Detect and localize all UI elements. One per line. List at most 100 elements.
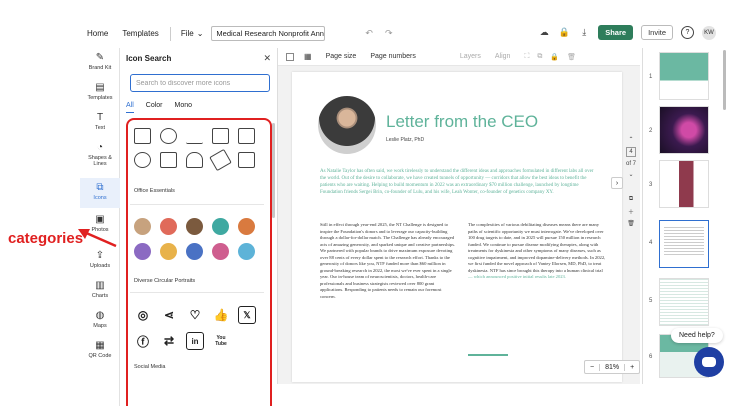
rail-item-shapes[interactable]: ◔ Shapes & Lines bbox=[80, 142, 120, 167]
cloud-sync-icon[interactable]: ☁ bbox=[538, 27, 550, 39]
help-icon[interactable]: ? bbox=[681, 26, 694, 39]
redo-icon[interactable]: ↷ bbox=[385, 28, 393, 39]
file-menu-label: File bbox=[180, 29, 194, 38]
rail-item-label: Icons bbox=[93, 195, 107, 201]
download-icon[interactable]: ⤓ bbox=[578, 27, 590, 39]
chevron-down-icon[interactable]: ⌄ bbox=[628, 171, 633, 178]
page-title[interactable]: Letter from the CEO bbox=[386, 112, 538, 132]
page-side-controls: ⌃ 4 of 7 ⌄ ⧉ ＋ 🗑 bbox=[624, 136, 638, 227]
page-current[interactable]: 4 bbox=[626, 147, 636, 157]
thumbnails-scrollbar[interactable] bbox=[723, 50, 726, 110]
tab-mono[interactable]: Mono bbox=[175, 102, 193, 113]
templates-link[interactable]: Templates bbox=[115, 29, 165, 38]
uploads-icon: ⇪ bbox=[95, 250, 105, 261]
chat-icon bbox=[702, 357, 716, 367]
undo-icon[interactable]: ↶ bbox=[365, 28, 373, 39]
thumbnail-number: 1 bbox=[649, 74, 653, 80]
thumbnail-number: 2 bbox=[649, 128, 653, 134]
brand-kit-icon: ✎ bbox=[95, 52, 105, 63]
chevron-down-icon: ⌄ bbox=[196, 29, 204, 38]
close-icon[interactable]: ✕ bbox=[263, 53, 271, 64]
top-bar: Home Templates File ⌄ Medical Research N… bbox=[80, 19, 730, 48]
templates-icon: ▤ bbox=[95, 82, 105, 93]
thumbnail-page-5[interactable] bbox=[659, 278, 709, 326]
document-page[interactable]: Letter from the CEO Leslie Platz, PhD As… bbox=[292, 72, 622, 382]
add-page-icon[interactable]: ＋ bbox=[628, 207, 634, 216]
page-subtitle[interactable]: Leslie Platz, PhD bbox=[386, 137, 424, 143]
need-help-tooltip: Need help? bbox=[671, 328, 723, 343]
align-button[interactable]: Align bbox=[495, 53, 511, 60]
body-column-right-text: The complexities of various debilitating… bbox=[468, 222, 606, 273]
layers-button[interactable]: Layers bbox=[460, 53, 481, 60]
rail-item-templates[interactable]: ▤ Templates bbox=[80, 82, 120, 101]
text-icon: T bbox=[96, 112, 104, 123]
thumbnail-page-4[interactable] bbox=[659, 220, 709, 268]
body-column-left[interactable]: Still in effect through year-end 2025, t… bbox=[320, 222, 458, 300]
file-menu[interactable]: File ⌄ bbox=[175, 29, 210, 38]
zoom-value[interactable]: 81% bbox=[599, 363, 626, 371]
tab-all[interactable]: All bbox=[126, 102, 134, 113]
rail-item-label: Templates bbox=[87, 95, 113, 101]
avatar[interactable]: KW bbox=[702, 25, 716, 40]
rail-item-label: Shapes & Lines bbox=[88, 155, 112, 167]
delete-page-icon[interactable]: 🗑 bbox=[627, 220, 635, 227]
thumbnail-page-3[interactable] bbox=[659, 160, 709, 208]
search-field[interactable] bbox=[130, 74, 270, 92]
chevron-up-icon[interactable]: ⌃ bbox=[628, 136, 633, 143]
grid-icon[interactable]: ▦ bbox=[304, 52, 312, 61]
ceo-photo[interactable] bbox=[318, 96, 376, 154]
thumbnail-page-1[interactable] bbox=[659, 52, 709, 100]
chat-button[interactable] bbox=[694, 347, 724, 377]
icon-search-panel: Icon Search ✕ All Color Mono O bbox=[120, 48, 278, 406]
lock-icon[interactable]: 🔒 bbox=[558, 27, 570, 39]
share-button[interactable]: Share bbox=[598, 25, 634, 40]
qr-code-icon: ▦ bbox=[95, 340, 105, 351]
group-icon[interactable]: ⛶ bbox=[524, 53, 529, 61]
body-column-right-highlight: — which announced positive initial resul… bbox=[468, 274, 566, 279]
tab-color[interactable]: Color bbox=[146, 102, 163, 113]
rail-item-label: Brand Kit bbox=[88, 65, 112, 71]
invite-button[interactable]: Invite bbox=[641, 25, 673, 40]
document-title-input[interactable]: Medical Research Nonprofit Annu... bbox=[211, 26, 326, 41]
panel-scrollbar[interactable] bbox=[272, 123, 275, 218]
panel-title: Icon Search bbox=[126, 54, 172, 63]
rail-item-brand-kit[interactable]: ✎ Brand Kit bbox=[80, 52, 120, 71]
lock-icon[interactable]: 🔒 bbox=[550, 53, 559, 61]
app-window: Home Templates File ⌄ Medical Research N… bbox=[0, 0, 730, 406]
thumbnail-number: 3 bbox=[649, 182, 653, 188]
rail-item-text[interactable]: T Text bbox=[80, 112, 120, 131]
categories-highlight-box bbox=[126, 118, 272, 406]
rail-item-charts[interactable]: ▥ Charts bbox=[80, 280, 120, 299]
intro-paragraph[interactable]: As Natalie Taylor has often said, we wor… bbox=[320, 168, 600, 196]
rail-item-qr-code[interactable]: ▦ QR Code bbox=[80, 340, 120, 359]
rail-item-icons[interactable]: ⧉ Icons bbox=[80, 178, 120, 208]
categories-annotation: categories bbox=[8, 230, 84, 247]
page-size-button[interactable]: Page size bbox=[326, 53, 357, 60]
annotation-arrow-icon bbox=[78, 229, 117, 248]
rail-item-maps[interactable]: ◍ Maps bbox=[80, 310, 120, 329]
charts-icon: ▥ bbox=[95, 280, 105, 291]
home-link[interactable]: Home bbox=[80, 29, 115, 38]
rail-item-uploads[interactable]: ⇪ Uploads bbox=[80, 250, 120, 269]
search-input[interactable] bbox=[136, 79, 251, 87]
body-column-right[interactable]: The complexities of various debilitating… bbox=[468, 222, 606, 281]
photos-icon: ▣ bbox=[95, 214, 105, 225]
chevron-right-icon[interactable]: › bbox=[611, 177, 623, 189]
top-bar-actions: ☁ 🔒 ⤓ Share Invite ? KW bbox=[538, 25, 716, 40]
duplicate-page-icon[interactable]: ⧉ bbox=[629, 196, 633, 203]
arrow-shaft bbox=[83, 230, 117, 248]
thumbnail-page-2[interactable] bbox=[659, 106, 709, 154]
page-numbers-button[interactable]: Page numbers bbox=[370, 53, 416, 60]
rail-item-label: Text bbox=[94, 125, 106, 131]
zoom-out-button[interactable]: − bbox=[585, 364, 599, 371]
zoom-in-button[interactable]: + bbox=[625, 364, 639, 371]
trash-icon[interactable]: 🗑 bbox=[567, 53, 576, 61]
rail-item-label: QR Code bbox=[88, 353, 112, 359]
divider bbox=[169, 26, 171, 41]
rail-item-label: Uploads bbox=[89, 263, 111, 269]
copy-icon[interactable]: ⧉ bbox=[537, 53, 542, 61]
select-checkbox[interactable] bbox=[286, 52, 294, 61]
thumbnail-number: 4 bbox=[649, 240, 653, 246]
page-of-label: of 7 bbox=[625, 161, 636, 167]
shapes-icon: ◔ bbox=[96, 142, 104, 153]
